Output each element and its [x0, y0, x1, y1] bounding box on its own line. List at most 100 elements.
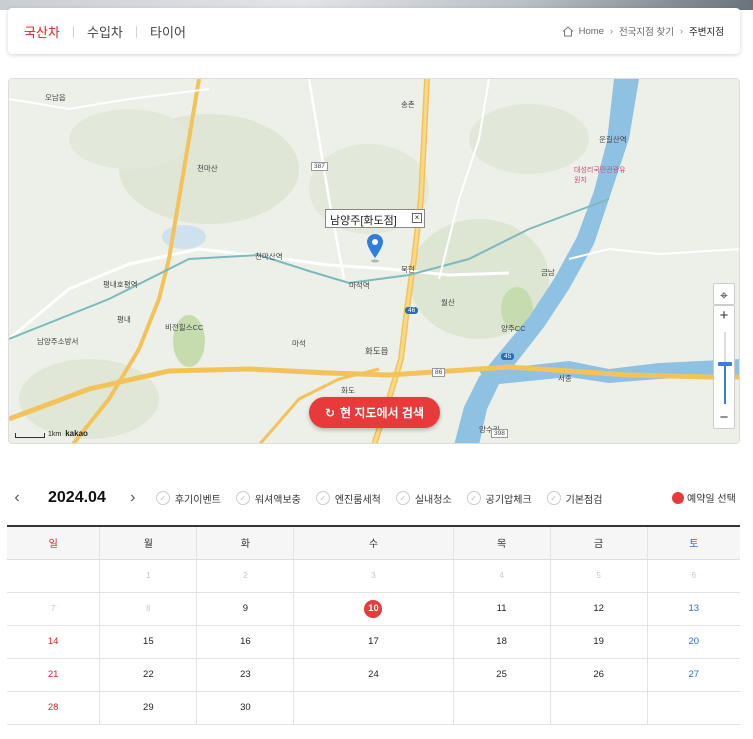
weekday-tue: 화 — [196, 525, 294, 560]
selected-date-legend: 예약일 선택 — [672, 490, 736, 505]
calendar-day-cell: 2 — [196, 558, 295, 593]
calendar-day-number: 26 — [593, 669, 604, 680]
breadcrumb-current: 주변지점 — [689, 27, 724, 38]
map-zoom-control: + − — [713, 305, 735, 429]
refresh-icon: ↻ — [324, 405, 336, 420]
breadcrumb: Home › 전국지점 찾기 › 주변지점 — [562, 24, 724, 38]
zoom-slider-handle[interactable] — [718, 362, 732, 366]
filter-interior-clean[interactable]: ✓ 실내청소 — [395, 491, 452, 506]
calendar-day-cell[interactable]: 28 — [7, 690, 101, 725]
calendar-day-cell[interactable]: 17 — [293, 624, 454, 659]
map-scale: 1km kakao — [15, 429, 88, 438]
calendar-week-row: 1 2 3 4 5 6 — [7, 558, 740, 593]
check-icon: ✓ — [315, 491, 330, 505]
map-place-label: 월산 — [441, 298, 455, 307]
tab-separator: | — [134, 24, 139, 38]
check-icon: ✓ — [466, 491, 481, 505]
calendar-day-cell[interactable]: 16 — [196, 624, 295, 659]
calendar-day-cell[interactable]: 15 — [99, 624, 198, 659]
scale-label: 1km — [48, 431, 62, 438]
weekday-thu: 목 — [452, 525, 551, 560]
calendar-day-number: 18 — [496, 636, 507, 647]
calendar-week-row: 21 22 23 24 25 26 27 — [7, 657, 740, 692]
calendar-empty-cell — [293, 690, 454, 725]
calendar-day-number: 6 — [691, 571, 697, 580]
calendar-day-cell[interactable]: 23 — [196, 657, 295, 692]
road-number-label: 45 — [501, 353, 515, 360]
breadcrumb-branch-finder[interactable]: 전국지점 찾기 — [619, 24, 674, 38]
calendar-day-cell[interactable]: 18 — [452, 624, 551, 659]
calendar-day-cell[interactable]: 24 — [293, 657, 454, 692]
calendar-week-row: 7 8 9 10 11 12 13 — [7, 591, 740, 626]
chevron-right-icon: › — [680, 26, 684, 36]
calendar-day-number: 14 — [47, 636, 59, 647]
branch-map[interactable]: 오남읍 천마산 천마산역 평내호평역 평내 남양주소방서 비전힐스CC 마석역 … — [8, 78, 740, 444]
calendar-day-cell[interactable]: 29 — [99, 690, 198, 725]
map-place-label: 대성리국민관광유원지 — [574, 167, 626, 184]
filter-washer-fluid[interactable]: ✓ 워셔액보충 — [235, 491, 301, 506]
filter-basic-check[interactable]: ✓ 기본점검 — [546, 491, 602, 506]
calendar-day-cell[interactable]: 9 — [196, 591, 295, 626]
weekday-sun: 일 — [7, 525, 100, 560]
breadcrumb-home[interactable]: Home — [579, 26, 604, 37]
tab-imported[interactable]: 수입차 — [87, 22, 123, 41]
search-this-area-label: 현 지도에서 검색 — [340, 406, 424, 420]
weekday-mon: 월 — [99, 525, 197, 560]
prev-month-button[interactable]: ‹ — [8, 489, 26, 507]
check-icon: ✓ — [235, 491, 250, 505]
tab-domestic[interactable]: 국산차 — [24, 22, 60, 41]
calendar-day-number: 17 — [368, 636, 379, 647]
calendar-day-number: 20 — [688, 636, 700, 647]
calendar-day-number: 19 — [593, 636, 604, 647]
calendar-day-number: 27 — [688, 669, 700, 680]
calendar-day-cell[interactable]: 12 — [549, 591, 648, 626]
calendar-day-cell[interactable]: 21 — [7, 657, 101, 692]
calendar-day-cell[interactable]: 10 — [293, 591, 454, 626]
calendar-empty-cell — [7, 558, 101, 593]
crosshair-icon[interactable]: ⌖ — [714, 284, 734, 306]
search-this-area-button[interactable]: ↻ 현 지도에서 검색 — [309, 397, 440, 428]
calendar-day-cell[interactable]: 20 — [646, 624, 740, 659]
legend-label: 예약일 선택 — [687, 494, 736, 505]
branch-info-popup[interactable]: 남양주[화도점] × — [325, 209, 425, 228]
calendar-day-cell[interactable]: 25 — [452, 657, 551, 692]
calendar-month-title: 2024.04 — [48, 489, 106, 506]
zoom-in-button[interactable]: + — [714, 306, 734, 326]
calendar-grid: 일 월 화 수 목 금 토 1 2 3 4 5 6 7 8 9 10 11 12 13 14 15 16 17 1… — [7, 525, 740, 725]
filter-tire-pressure[interactable]: ✓ 공기압체크 — [466, 491, 532, 506]
close-icon[interactable]: × — [412, 213, 422, 223]
map-pin-icon[interactable] — [367, 234, 383, 264]
calendar-day-cell[interactable]: 19 — [549, 624, 648, 659]
calendar-day-cell[interactable]: 30 — [196, 690, 295, 725]
map-place-label: 오남읍 — [45, 93, 66, 102]
calendar-day-number: 22 — [143, 669, 154, 680]
calendar-day-number: 7 — [50, 604, 56, 613]
selected-dot-icon — [672, 491, 684, 504]
zoom-out-button[interactable]: − — [714, 408, 734, 428]
calendar-day-number: 2 — [243, 571, 248, 580]
map-locate-control: ⌖ — [713, 283, 735, 305]
map-place-label: 남양주소방서 — [37, 337, 79, 346]
map-place-label: 천마산역 — [255, 252, 283, 261]
calendar-day-cell[interactable]: 11 — [452, 591, 551, 626]
calendar-day-number: 5 — [596, 571, 601, 580]
calendar-day-number: 10 — [364, 599, 383, 618]
calendar-day-cell: 3 — [293, 558, 454, 593]
next-month-button[interactable]: › — [124, 489, 142, 507]
top-nav-bar: 국산차 | 수입차 | 타이어 Home › 전국지점 찾기 › 주변지점 — [8, 8, 740, 54]
road-number-label: 387 — [311, 162, 328, 171]
calendar-day-cell[interactable]: 13 — [646, 591, 740, 626]
calendar-day-cell[interactable]: 14 — [7, 624, 101, 659]
map-place-label: 평내호평역 — [103, 280, 138, 289]
map-place-label: 비전힐스CC — [165, 323, 204, 332]
map-place-label: 화도읍 — [365, 346, 389, 356]
calendar-day-cell[interactable]: 27 — [646, 657, 740, 692]
calendar-day-cell[interactable]: 22 — [99, 657, 198, 692]
map-place-label: 마석 — [292, 339, 306, 348]
calendar-day-cell[interactable]: 26 — [549, 657, 648, 692]
filter-review-event[interactable]: ✓ 후기이벤트 — [155, 491, 221, 506]
calendar-day-number: 3 — [371, 571, 376, 580]
tab-tire[interactable]: 타이어 — [150, 22, 186, 41]
filter-engine-wash[interactable]: ✓ 엔진룸세척 — [315, 491, 381, 506]
vehicle-type-tabs: 국산차 | 수입차 | 타이어 — [24, 22, 186, 41]
